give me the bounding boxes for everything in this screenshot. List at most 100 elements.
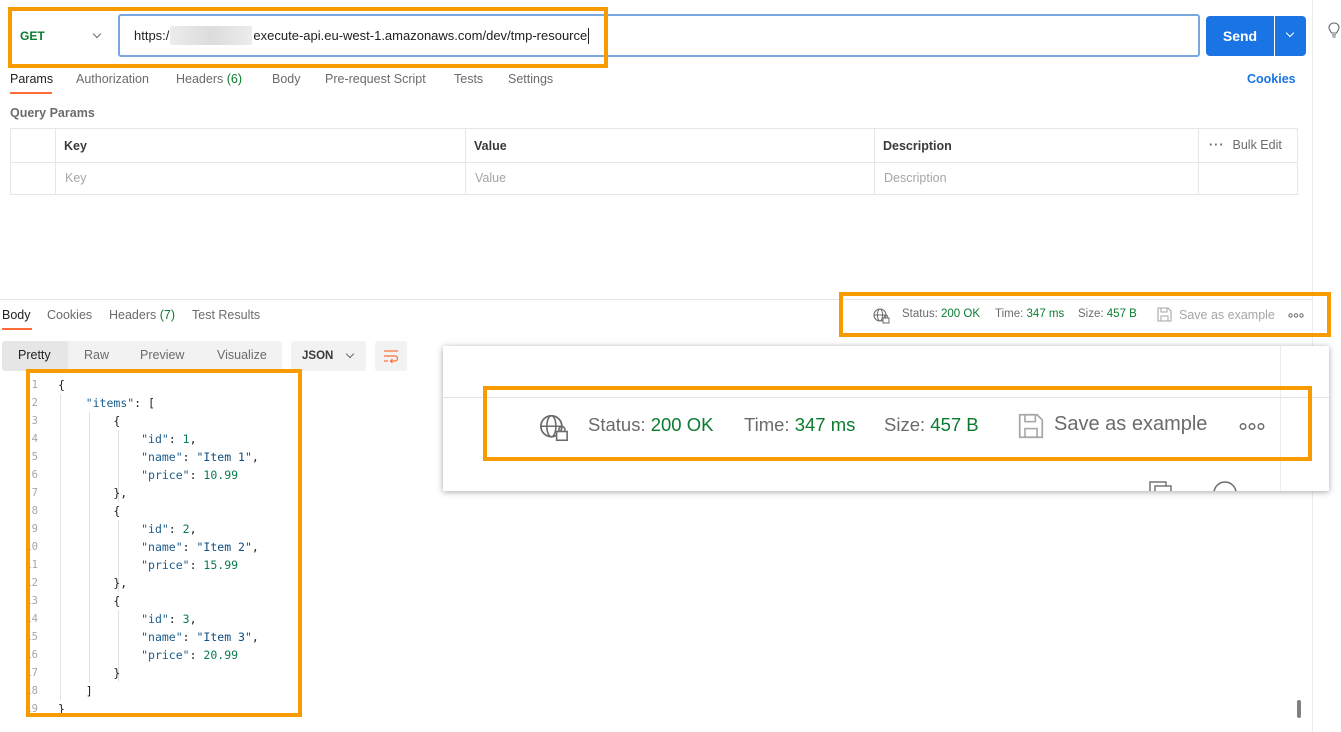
- tab-headers[interactable]: Headers (6): [176, 72, 242, 86]
- tab-body[interactable]: Body: [272, 72, 301, 86]
- zoom-time-readout: Time: 347 ms: [744, 414, 855, 436]
- view-mode-raw[interactable]: Raw: [84, 348, 109, 362]
- line-number: 6: [31, 469, 38, 481]
- lightbulb-icon[interactable]: [1328, 22, 1340, 40]
- code-text: }: [58, 666, 121, 680]
- response-body-editor[interactable]: 1 {2 "items": [ 3 {4 "id": 1, 5 "name": "It…: [0, 376, 420, 716]
- zoom-right-divider: [1280, 346, 1281, 491]
- time-value: 347 ms: [1026, 308, 1065, 320]
- headers-count: (6): [226, 72, 243, 86]
- zoom-status-value: 200 OK: [650, 414, 714, 435]
- zoom-divider: [443, 397, 1329, 398]
- code-text: "id": 3,: [141, 612, 197, 626]
- floppy-disk-icon: [1018, 413, 1044, 439]
- more-dots-icon[interactable]: [1288, 313, 1304, 318]
- code-text: ]: [58, 684, 93, 698]
- tab-tests[interactable]: Tests: [454, 72, 483, 86]
- code-text: "items": [: [85, 396, 155, 410]
- line-number: 11: [25, 559, 38, 571]
- send-options-button[interactable]: [1275, 16, 1306, 56]
- text-cursor: [588, 27, 590, 44]
- size-label: Size:: [1078, 308, 1104, 320]
- response-tab-headers[interactable]: Headers (7): [109, 308, 175, 322]
- line-number: 9: [31, 523, 38, 535]
- chevron-down-icon: [1285, 28, 1295, 38]
- code-text: "name": "Item 2",: [141, 540, 259, 554]
- search-icon: [1213, 481, 1237, 491]
- zoom-size-value: 457 B: [930, 414, 979, 435]
- response-tab-cookies[interactable]: Cookies: [47, 308, 92, 322]
- response-headers-count: (7): [159, 308, 176, 322]
- url-redacted-region: [170, 26, 253, 45]
- code-text: "name": "Item 1",: [141, 450, 259, 464]
- globe-lock-icon: [540, 414, 568, 442]
- line-number: 5: [31, 451, 38, 463]
- zoom-status-label: Status:: [588, 414, 646, 435]
- zoom-status-readout: Status: 200 OK: [588, 414, 713, 436]
- line-number: 17: [25, 667, 38, 679]
- view-mode-pretty[interactable]: Pretty: [18, 348, 51, 362]
- line-number: 18: [25, 685, 38, 697]
- response-tab-headers-label: Headers: [109, 308, 157, 322]
- status-value: 200 OK: [941, 308, 981, 320]
- floppy-disk-icon: [1157, 307, 1172, 322]
- method-select[interactable]: GET: [8, 11, 120, 61]
- copy-icon: [1149, 481, 1172, 491]
- tab-settings[interactable]: Settings: [508, 72, 553, 86]
- response-tab-body[interactable]: Body: [2, 308, 31, 322]
- code-text: "price": 15.99: [141, 558, 239, 572]
- line-number: 16: [25, 649, 38, 661]
- format-select[interactable]: JSON: [291, 341, 366, 371]
- url-suffix: execute-api.eu-west-1.amazonaws.com/dev/…: [253, 28, 588, 43]
- code-text: },: [58, 486, 128, 500]
- chevron-down-icon: [345, 349, 355, 359]
- globe-lock-icon[interactable]: [873, 308, 890, 324]
- wrap-lines-button[interactable]: [375, 341, 407, 371]
- line-number: 19: [25, 703, 38, 715]
- cookies-link[interactable]: Cookies: [1247, 72, 1296, 86]
- scrollbar-thumb[interactable]: [1297, 700, 1301, 718]
- code-text: "id": 1,: [141, 432, 197, 446]
- description-input[interactable]: Description: [884, 171, 947, 185]
- line-number: 15: [25, 631, 38, 643]
- code-text: "id": 2,: [141, 522, 197, 536]
- url-input[interactable]: https:/ execute-api.eu-west-1.amazonaws.c…: [118, 14, 1200, 57]
- key-header: Key: [64, 139, 87, 153]
- value-input[interactable]: Value: [475, 171, 506, 185]
- response-divider: [0, 299, 1312, 300]
- code-text: },: [58, 576, 128, 590]
- view-mode-visualize[interactable]: Visualize: [217, 348, 267, 362]
- tab-authorization[interactable]: Authorization: [76, 72, 149, 86]
- url-prefix: https:/: [134, 28, 170, 43]
- line-number: 2: [31, 397, 38, 409]
- table-row-divider: [11, 162, 1297, 163]
- tab-pre-request-script[interactable]: Pre-request Script: [325, 72, 426, 86]
- code-text: {: [58, 378, 65, 392]
- query-params-table: Key Value Description ··· Bulk Edit Key V…: [10, 128, 1298, 195]
- line-number: 13: [25, 595, 38, 607]
- value-header: Value: [474, 139, 507, 153]
- code-text: {: [58, 414, 121, 428]
- zoom-time-label: Time:: [744, 414, 790, 435]
- key-input[interactable]: Key: [65, 171, 87, 185]
- code-text: "name": "Item 3",: [141, 630, 259, 644]
- status-label: Status:: [902, 308, 938, 320]
- query-params-title: Query Params: [10, 106, 95, 120]
- line-number: 7: [31, 487, 38, 499]
- code-text: {: [58, 504, 121, 518]
- response-tab-test-results[interactable]: Test Results: [192, 308, 260, 322]
- line-number: 1: [31, 379, 38, 391]
- line-number: 4: [31, 433, 38, 445]
- zoomed-status-callout: Status: 200 OK Time: 347 ms Size: 457 B …: [443, 346, 1329, 491]
- format-value: JSON: [302, 350, 334, 362]
- send-button[interactable]: Send: [1206, 16, 1274, 56]
- zoom-time-value: 347 ms: [794, 414, 856, 435]
- save-as-example-button[interactable]: Save as example: [1179, 308, 1275, 322]
- line-number: 3: [31, 415, 38, 427]
- tab-params[interactable]: Params: [10, 72, 53, 86]
- more-dots-icon: ···: [1209, 138, 1225, 152]
- view-mode-preview[interactable]: Preview: [140, 348, 184, 362]
- line-number: 14: [25, 613, 38, 625]
- bulk-edit-label: Bulk Edit: [1232, 138, 1282, 152]
- bulk-edit-button[interactable]: ··· Bulk Edit: [1209, 138, 1282, 152]
